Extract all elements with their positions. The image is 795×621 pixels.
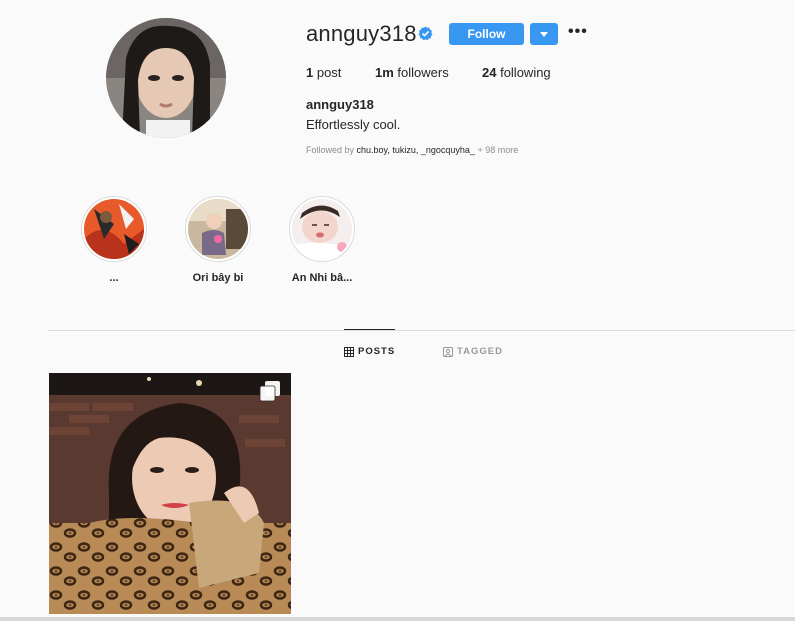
tabs-divider [48,330,795,331]
story-highlight[interactable]: Ori bây bi [178,196,258,284]
highlight-ring [289,196,355,262]
highlight-cover [292,199,352,259]
stat-following[interactable]: 24 following [482,65,551,80]
highlight-cover [84,199,144,259]
story-highlight[interactable]: ... [74,196,154,284]
story-highlight[interactable]: An Nhi bâ... [282,196,362,284]
tab-posts[interactable]: POSTS [344,346,395,357]
stat-followers-label: followers [393,65,449,80]
active-tab-indicator [344,329,395,330]
tab-tagged[interactable]: TAGGED [443,346,503,357]
followed-by-text[interactable]: Followed by chu.boy, tukizu, _ngocquyha_… [306,145,518,155]
post-thumbnail[interactable] [49,373,291,614]
profile-bio: Effortlessly cool. [306,117,401,132]
followed-by-more: + 98 more [474,145,519,155]
grid-icon [344,346,354,357]
tab-posts-label: POSTS [358,346,396,357]
suggested-dropdown-button[interactable] [530,23,558,45]
followed-by-names: chu.boy, tukizu, _ngocquyha_ [356,145,475,155]
followed-by-prefix: Followed by [306,145,357,155]
highlight-label: Ori bây bi [192,272,244,284]
stat-followers-count: 1m [375,65,394,80]
stat-posts: 1 post [306,65,341,80]
verified-badge-icon [418,26,433,41]
carousel-icon [259,380,281,402]
profile-avatar[interactable] [106,18,226,138]
stat-posts-label: post [313,65,342,80]
highlight-ring [185,196,251,262]
stat-followers[interactable]: 1m followers [375,65,449,80]
highlight-label: An Nhi bâ... [291,272,353,284]
highlight-ring [81,196,147,262]
caret-down-icon [540,31,548,37]
profile-username: annguy318 [306,21,417,46]
tagged-icon [443,346,453,357]
highlight-cover [188,199,248,259]
profile-full-name: annguy318 [306,97,374,112]
follow-button[interactable]: Follow [449,23,524,45]
more-options-button[interactable]: ••• [568,22,587,44]
tab-tagged-label: TAGGED [457,346,503,357]
stat-following-count: 24 [482,65,497,80]
window-bottom-edge [0,617,795,621]
stat-following-label: following [496,65,551,80]
highlight-label: ... [109,272,119,284]
